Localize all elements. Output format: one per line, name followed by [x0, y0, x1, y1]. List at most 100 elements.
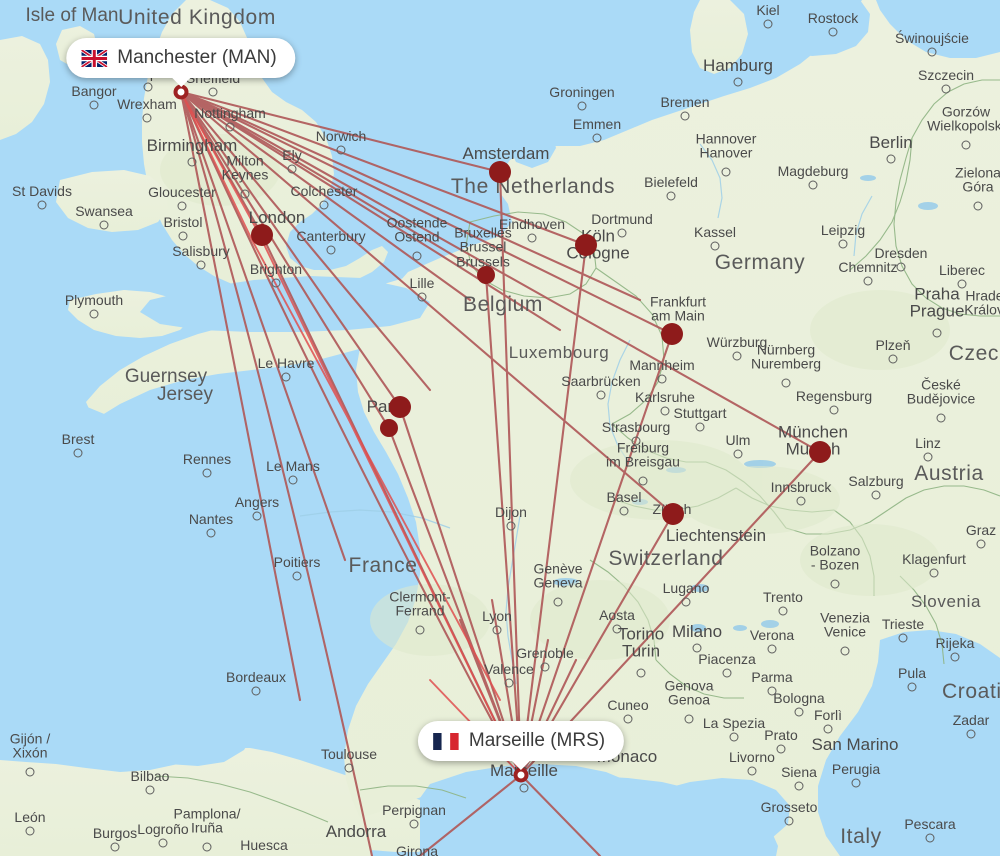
city-dot-icon — [110, 842, 120, 852]
city-dot-icon — [540, 662, 550, 672]
city-dot-icon — [929, 568, 939, 578]
frankfurt-hub[interactable] — [661, 323, 683, 345]
city-dot-icon — [143, 82, 153, 92]
london-hub[interactable] — [251, 224, 273, 246]
callout-label: Manchester (MAN) — [117, 47, 277, 68]
city-dot-icon — [927, 47, 937, 57]
city-dot-icon — [271, 278, 281, 288]
city-dot-icon — [796, 496, 806, 506]
city-dot-icon — [840, 646, 850, 656]
city-dot-icon — [142, 113, 152, 123]
city-dot-icon — [208, 87, 218, 97]
zurich-hub[interactable] — [662, 503, 684, 525]
city-dot-icon — [612, 624, 622, 634]
route-cgn-mrs — [519, 243, 588, 777]
city-dot-icon — [623, 714, 633, 724]
callout-label: Marseille (MRS) — [468, 730, 606, 751]
city-dot-icon — [89, 100, 99, 110]
route-mrs-se-leg — [519, 773, 602, 856]
city-dot-icon — [733, 77, 743, 87]
city-dot-icon — [412, 251, 422, 261]
city-dot-icon — [923, 452, 933, 462]
city-dot-icon — [907, 682, 917, 692]
callout-origin[interactable]: Manchester (MAN) — [66, 38, 296, 87]
brussels-hub[interactable] — [477, 266, 495, 284]
city-dot-icon — [721, 167, 731, 177]
city-dot-icon — [415, 625, 425, 635]
city-dot-icon — [823, 724, 833, 734]
city-dot-icon — [178, 231, 188, 241]
city-dot-icon — [781, 378, 791, 388]
city-dot-icon — [767, 644, 777, 654]
city-dot-icon — [252, 511, 262, 521]
city-dot-icon — [896, 262, 906, 272]
callout-destination[interactable]: Marseille (MRS) — [417, 721, 625, 770]
city-dot-icon — [828, 27, 838, 37]
city-dot-icon — [695, 422, 705, 432]
amsterdam-hub[interactable] — [489, 161, 511, 183]
city-dot-icon — [409, 819, 419, 829]
city-dot-icon — [577, 101, 587, 111]
city-dot-icon — [680, 111, 690, 121]
city-dot-icon — [808, 180, 818, 190]
city-dot-icon — [871, 490, 881, 500]
city-dot-icon — [778, 606, 788, 616]
city-dot-icon — [794, 707, 804, 717]
city-dot-icon — [519, 783, 529, 793]
city-dot-icon — [733, 449, 743, 459]
route-man-extra-5 — [179, 90, 432, 392]
city-dot-icon — [202, 842, 212, 852]
city-dot-icon — [553, 597, 563, 607]
city-dot-icon — [830, 579, 840, 589]
route-mrs-barcelona-leg — [418, 773, 523, 856]
france-flag-icon — [433, 732, 459, 750]
city-dot-icon — [206, 528, 216, 538]
city-dot-icon — [196, 260, 206, 270]
city-dot-icon — [145, 785, 155, 795]
city-dot-icon — [292, 571, 302, 581]
paris-ory-hub[interactable] — [380, 419, 398, 437]
uk-flag-icon — [80, 48, 108, 68]
city-dot-icon — [319, 200, 329, 210]
uk-flag-icon — [80, 48, 108, 68]
city-dot-icon — [527, 233, 537, 243]
city-dot-icon — [336, 145, 346, 155]
city-dot-icon — [638, 476, 648, 486]
city-dot-icon — [37, 200, 47, 210]
city-dot-icon — [25, 767, 35, 777]
city-dot-icon — [838, 239, 848, 249]
city-dot-icon — [950, 652, 960, 662]
city-dot-icon — [794, 781, 804, 791]
city-dot-icon — [925, 833, 935, 843]
city-dot-icon — [202, 468, 212, 478]
city-dot-icon — [631, 436, 641, 446]
munich-hub[interactable] — [809, 441, 831, 463]
route-man-extra-4 — [179, 90, 302, 702]
city-dot-icon — [504, 678, 514, 688]
route-man-extra-6 — [179, 90, 642, 302]
city-dot-icon — [158, 838, 168, 848]
city-dot-icon — [851, 778, 861, 788]
city-dot-icon — [73, 448, 83, 458]
city-dot-icon — [288, 475, 298, 485]
city-dot-icon — [287, 164, 297, 174]
city-dot-icon — [966, 729, 976, 739]
flight-route-map[interactable]: Isle of Man United Kingdom Kiel Rostock Świn… — [0, 0, 1000, 856]
city-dot-icon — [763, 19, 773, 29]
city-dot-icon — [177, 201, 187, 211]
cologne-hub[interactable] — [575, 234, 597, 256]
city-dot-icon — [941, 84, 951, 94]
city-dot-icon — [722, 668, 732, 678]
paris-cdg-hub[interactable] — [389, 396, 411, 418]
city-dot-icon — [898, 633, 908, 643]
city-dot-icon — [961, 140, 971, 150]
city-dot-icon — [251, 686, 261, 696]
city-dot-icon — [767, 686, 777, 696]
city-dot-icon — [417, 292, 427, 302]
city-dot-icon — [684, 714, 694, 724]
city-dot-icon — [976, 539, 986, 549]
route-man-fra — [179, 90, 674, 336]
city-dot-icon — [617, 228, 627, 238]
city-dot-icon — [660, 406, 670, 416]
city-dot-icon — [596, 390, 606, 400]
